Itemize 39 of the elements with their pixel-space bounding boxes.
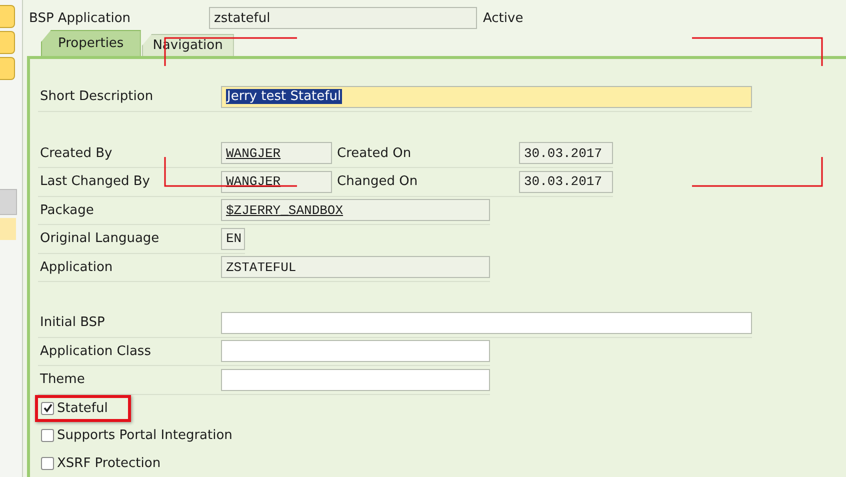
status-text: Active	[483, 10, 524, 26]
input-field[interactable]	[221, 340, 490, 362]
toolbar-button[interactable]	[0, 57, 15, 80]
application-field[interactable]: zstateful	[209, 7, 477, 30]
input-field[interactable]	[221, 312, 752, 334]
field-label: Package	[39, 202, 95, 218]
value-field: EN	[221, 228, 245, 250]
field-label: Changed On	[336, 174, 419, 190]
checkbox-text: Stateful	[57, 400, 108, 416]
field-label: Created By	[39, 146, 114, 161]
field-label: BSP Application	[28, 10, 132, 26]
field-label: Original Language	[39, 231, 160, 246]
description-field[interactable]: Jerry test Stateful	[221, 86, 752, 108]
field-label: Short Description	[39, 89, 154, 104]
date-field: 30.03.2017	[519, 170, 613, 193]
checkbox[interactable]	[41, 402, 54, 415]
tab[interactable]: Properties	[41, 30, 141, 56]
checkbox[interactable]	[41, 456, 54, 470]
field-label: Application	[39, 260, 114, 275]
toolbar-button[interactable]	[0, 5, 15, 28]
field-label: Initial BSP	[39, 315, 106, 330]
field-label: Created On	[336, 146, 412, 161]
date-field: 30.03.2017	[519, 142, 613, 164]
field-label: Last Changed By	[39, 174, 151, 190]
input-field[interactable]	[221, 368, 490, 391]
field-label: Theme	[39, 372, 86, 388]
checkbox-text: XSRF Protection	[57, 456, 161, 471]
sidebar-item[interactable]	[0, 218, 16, 240]
field-label: Application Class	[39, 344, 152, 359]
value-field: ZSTATEFUL	[221, 256, 490, 278]
checkbox-label[interactable]: XSRF Protection	[35, 450, 184, 477]
value-field: WANGJER	[221, 142, 332, 164]
checkbox-text: Supports Portal Integration	[57, 428, 232, 444]
value-field: WANGJER	[221, 170, 332, 193]
value-field: $ZJERRY_SANDBOX	[221, 199, 490, 222]
checkbox-label[interactable]: Supports Portal Integration	[35, 422, 256, 450]
sidebar-item[interactable]	[0, 189, 17, 215]
checkbox[interactable]	[41, 429, 54, 442]
toolbar-button[interactable]	[0, 31, 15, 54]
